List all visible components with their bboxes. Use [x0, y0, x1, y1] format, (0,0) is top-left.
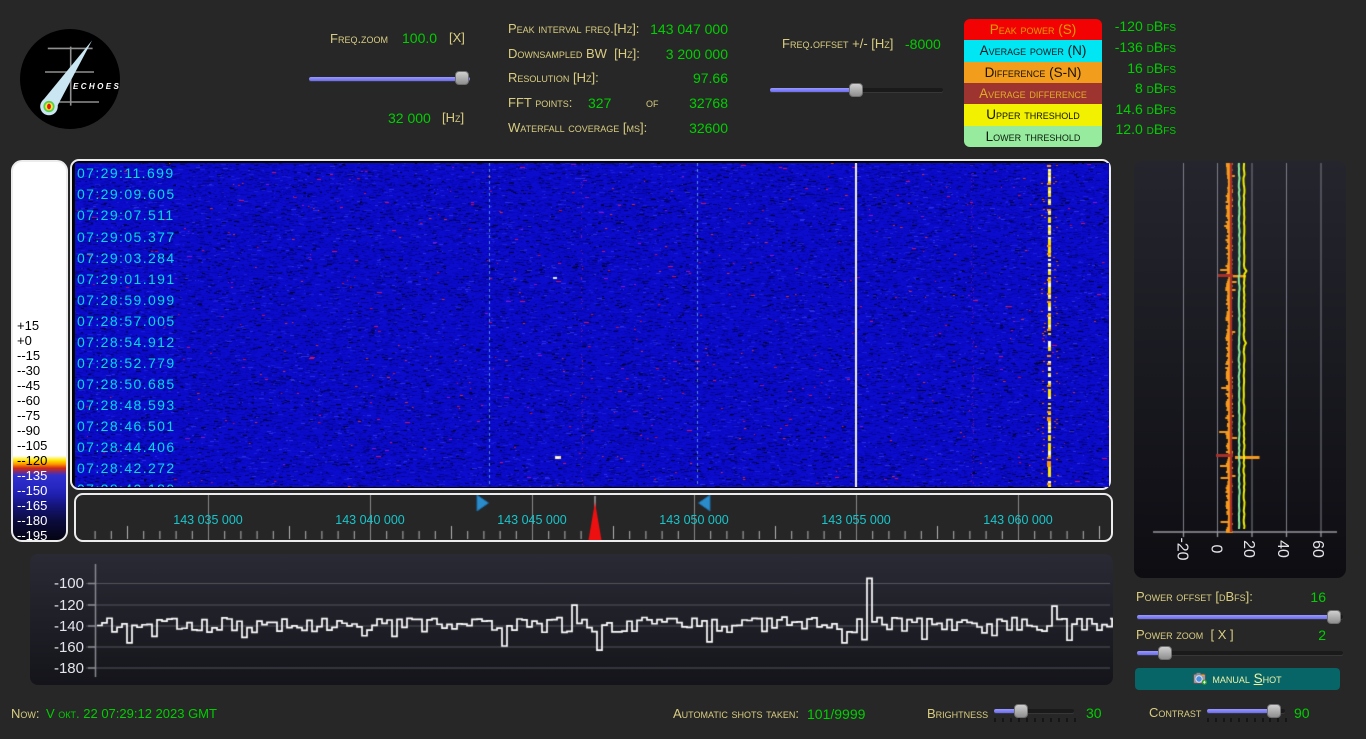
svg-text:ECHOES: ECHOES: [73, 82, 120, 91]
